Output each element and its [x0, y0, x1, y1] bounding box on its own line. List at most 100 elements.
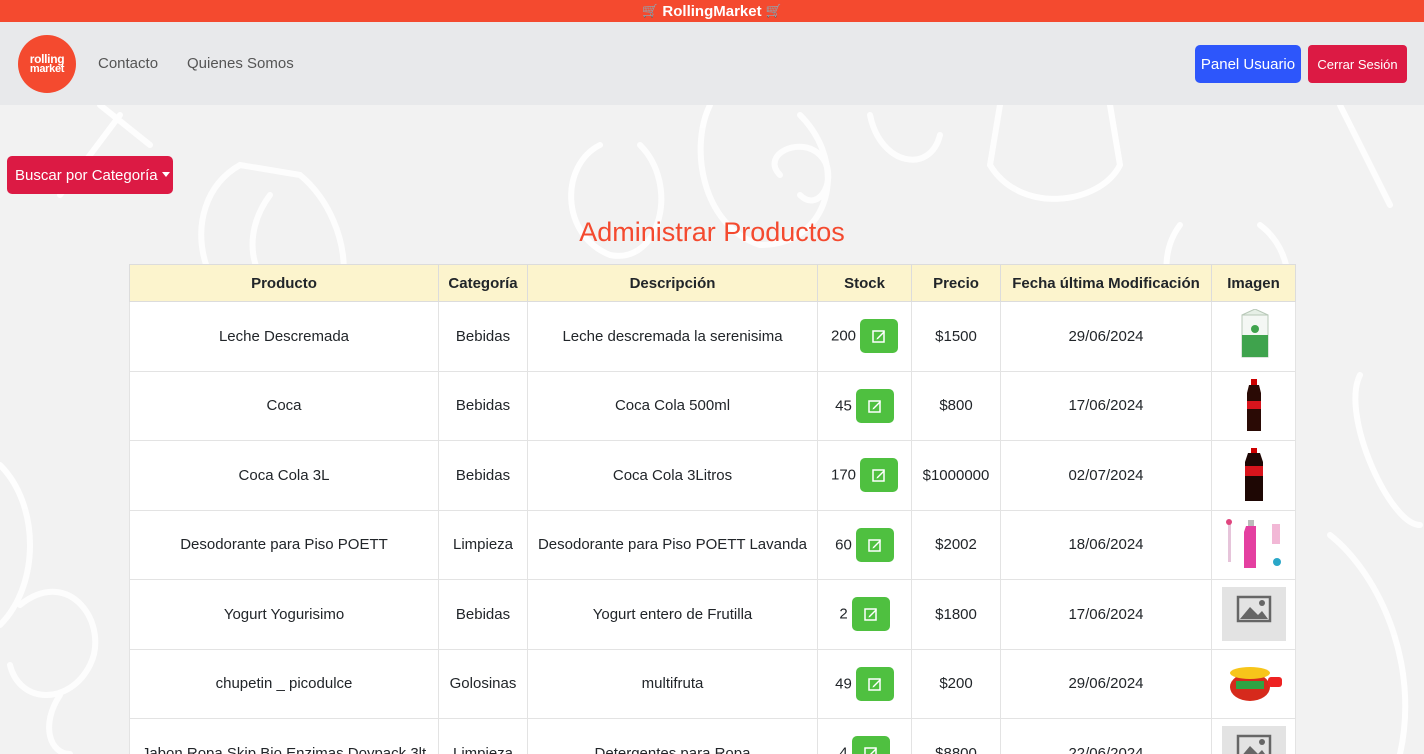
cell-category: Limpieza [438, 718, 528, 754]
cell-description: Coca Cola 500ml [527, 370, 818, 441]
navbar: rolling market Contacto Quienes Somos Pa… [0, 22, 1424, 105]
cell-stock: 60 [817, 509, 912, 580]
edit-stock-button[interactable] [860, 458, 899, 493]
brand-title: RollingMarket [662, 2, 762, 20]
cell-category: Bebidas [438, 440, 528, 511]
table-row: Coca Cola 3L Bebidas Coca Cola 3Litros 170 $… [129, 440, 1296, 511]
stock-value: 49 [835, 675, 852, 693]
caret-down-icon [161, 171, 170, 177]
cell-date: 29/06/2024 [1000, 301, 1212, 372]
cell-category: Limpieza [438, 509, 528, 580]
edit-stock-button[interactable] [860, 319, 899, 354]
stock-value: 4 [839, 744, 848, 754]
edit-stock-button[interactable] [851, 736, 890, 754]
stock-value: 200 [830, 327, 857, 345]
cell-date: 22/06/2024 [1000, 718, 1212, 754]
cell-product: Desodorante para Piso POETT [129, 509, 439, 580]
table-row: Coca Bebidas Coca Cola 500ml 45 $800 17/06/20… [129, 370, 1296, 441]
products-table: Producto Categoría Descripción Stock Pre… [129, 264, 1296, 754]
candy-pack-icon [1229, 666, 1282, 701]
edit-icon [872, 330, 886, 343]
edit-icon [863, 747, 877, 754]
user-panel-button[interactable]: Panel Usuario [1195, 45, 1301, 83]
cell-category: Bebidas [438, 301, 528, 372]
cell-date: 17/06/2024 [1000, 370, 1212, 441]
cell-stock: 45 [817, 370, 912, 441]
cell-date: 29/06/2024 [1000, 648, 1212, 719]
cell-image [1211, 579, 1296, 650]
nav-link-quienes-somos[interactable]: Quienes Somos [187, 55, 294, 72]
cola-bottle-icon [1246, 378, 1261, 431]
top-brand-bar: 🛒 RollingMarket 🛒 [0, 0, 1424, 22]
cell-stock: 170 [817, 440, 912, 511]
cell-date: 18/06/2024 [1000, 509, 1212, 580]
edit-stock-button[interactable] [855, 666, 894, 701]
nav-link-contacto[interactable]: Contacto [98, 55, 158, 72]
no-image-placeholder-icon [1221, 726, 1286, 754]
cell-image [1211, 301, 1296, 372]
milk-carton-icon [1241, 309, 1268, 358]
table-row: Desodorante para Piso POETT Limpieza Desod… [129, 509, 1296, 580]
stock-value: 170 [830, 466, 857, 484]
cell-price: $800 [911, 370, 1001, 441]
cell-product: Yogurt Yogurisimo [129, 579, 439, 650]
cell-description: multifruta [527, 648, 818, 719]
cell-description: Desodorante para Piso POETT Lavanda [527, 509, 818, 580]
edit-stock-button[interactable] [855, 388, 894, 423]
cell-description: Coca Cola 3Litros [527, 440, 818, 511]
cell-image [1211, 648, 1296, 719]
header-imagen: Imagen [1211, 264, 1296, 302]
category-filter-dropdown[interactable]: Buscar por Categoría [7, 156, 173, 194]
header-categoria: Categoría [438, 264, 528, 302]
cell-price: $200 [911, 648, 1001, 719]
table-header-row: Producto Categoría Descripción Stock Pre… [129, 264, 1296, 302]
cell-price: $1800 [911, 579, 1001, 650]
edit-stock-button[interactable] [855, 527, 894, 562]
cell-price: $1500 [911, 301, 1001, 372]
logout-button[interactable]: Cerrar Sesión [1308, 45, 1407, 83]
stock-value: 45 [835, 397, 852, 415]
cell-product: Coca [129, 370, 439, 441]
brand-logo[interactable]: rolling market [18, 35, 76, 93]
stock-value: 2 [839, 605, 848, 623]
header-precio: Precio [911, 264, 1001, 302]
header-fecha: Fecha última Modificación [1000, 264, 1212, 302]
edit-icon [868, 678, 881, 691]
cola-bottle-large-icon [1244, 448, 1263, 502]
cell-category: Bebidas [438, 579, 528, 650]
cell-date: 17/06/2024 [1000, 579, 1212, 650]
cell-price: $2002 [911, 509, 1001, 580]
cell-image [1211, 509, 1296, 580]
cell-stock: 2 [817, 579, 912, 650]
cell-product: Jabon Ropa Skip Bio Enzimas Doypack 3lt [129, 718, 439, 754]
cell-product: chupetin _ picodulce [129, 648, 439, 719]
no-image-placeholder-icon [1221, 587, 1286, 642]
header-stock: Stock [817, 264, 912, 302]
edit-stock-button[interactable] [851, 597, 890, 632]
shopping-cart-icon: 🛒 [765, 3, 782, 18]
cell-image [1211, 718, 1296, 754]
edit-icon [872, 469, 886, 482]
cell-product: Coca Cola 3L [129, 440, 439, 511]
cell-category: Bebidas [438, 370, 528, 441]
table-row: chupetin _ picodulce Golosinas multifruta 4… [129, 648, 1296, 719]
edit-icon [868, 539, 881, 552]
cell-date: 02/07/2024 [1000, 440, 1212, 511]
header-descripcion: Descripción [527, 264, 818, 302]
cell-image [1211, 370, 1296, 441]
cell-stock: 4 [817, 718, 912, 754]
cell-category: Golosinas [438, 648, 528, 719]
table-row: Yogurt Yogurisimo Bebidas Yogurt entero de… [129, 579, 1296, 650]
stock-value: 60 [835, 536, 852, 554]
edit-icon [868, 400, 881, 413]
shopping-cart-icon: 🛒 [642, 3, 659, 18]
cell-price: $1000000 [911, 440, 1001, 511]
cell-stock: 49 [817, 648, 912, 719]
page-title: Administrar Productos [579, 217, 845, 247]
cell-stock: 200 [817, 301, 912, 372]
table-row: Leche Descremada Bebidas Leche descremada … [129, 301, 1296, 372]
cell-description: Leche descremada la serenisima [527, 301, 818, 372]
cell-price: $8800 [911, 718, 1001, 754]
edit-icon [863, 608, 877, 621]
cell-image [1211, 440, 1296, 511]
